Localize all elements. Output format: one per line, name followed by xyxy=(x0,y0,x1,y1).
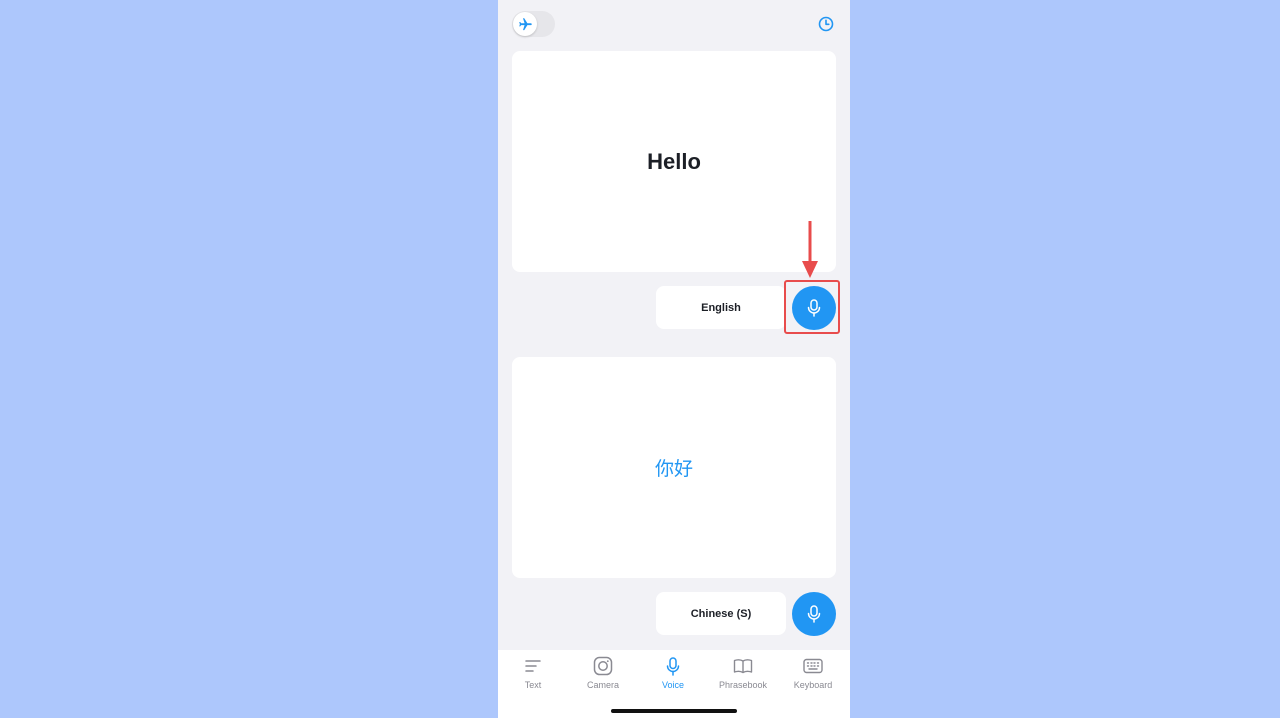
tab-label: Camera xyxy=(586,680,619,690)
target-language-button[interactable]: Chinese (S) xyxy=(656,592,786,635)
airplane-icon xyxy=(518,17,532,30)
microphone-icon xyxy=(663,656,683,676)
home-indicator[interactable] xyxy=(611,709,737,713)
tab-phrasebook[interactable]: Phrasebook xyxy=(708,656,778,696)
tab-text[interactable]: Text xyxy=(498,656,568,696)
target-mic-button[interactable] xyxy=(792,592,836,636)
phone-screen: Hello English 你好 Chinese (S) Text Camera… xyxy=(498,0,850,718)
tab-label: Text xyxy=(524,680,542,690)
keyboard-icon xyxy=(803,656,823,676)
toggle-knob xyxy=(513,12,537,36)
bottom-tab-bar: Text Camera Voice Phrasebook Keyboard xyxy=(498,650,850,718)
text-lines-icon xyxy=(523,656,543,676)
top-bar xyxy=(498,0,850,48)
tab-label: Voice xyxy=(661,680,685,690)
camera-icon xyxy=(593,656,613,676)
clock-history-icon xyxy=(818,16,834,32)
offline-mode-toggle[interactable] xyxy=(512,11,555,37)
microphone-icon xyxy=(807,605,821,623)
tab-camera[interactable]: Camera xyxy=(568,656,638,696)
source-text-card: Hello xyxy=(512,51,836,272)
annotation-highlight-box xyxy=(784,280,840,334)
history-button[interactable] xyxy=(817,15,835,33)
tab-voice[interactable]: Voice xyxy=(638,656,708,696)
tab-label: Keyboard xyxy=(793,680,833,690)
book-icon xyxy=(733,656,753,676)
tab-keyboard[interactable]: Keyboard xyxy=(778,656,848,696)
source-language-button[interactable]: English xyxy=(656,286,786,329)
annotation-arrow-icon xyxy=(802,221,818,278)
source-text: Hello xyxy=(647,148,701,174)
target-text: 你好 xyxy=(654,458,693,480)
target-text-card: 你好 xyxy=(512,357,836,578)
tab-label: Phrasebook xyxy=(718,680,768,690)
